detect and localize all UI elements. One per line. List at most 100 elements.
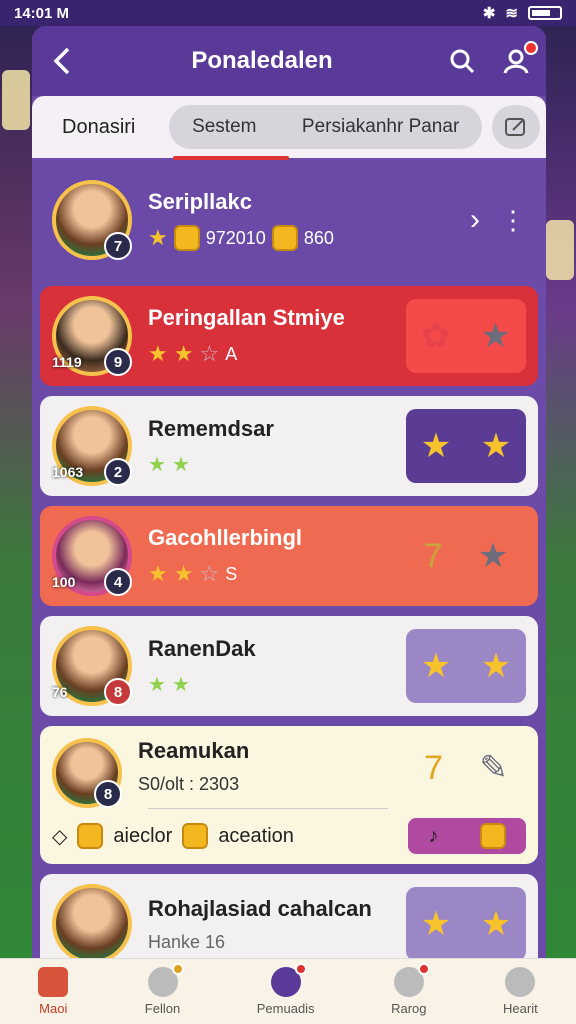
list-item[interactable]: 1063 2 Rememdsar ★ ★ ★ ★	[40, 396, 538, 496]
stat-label: S0/olt : 2303	[138, 774, 240, 794]
star-icon: ★	[148, 673, 166, 696]
chat-icon	[393, 963, 430, 997]
level-badge: 4	[104, 568, 132, 596]
edit-tab-button[interactable]	[492, 105, 540, 149]
notifications-button[interactable]	[500, 41, 538, 77]
avatar: 76 8	[52, 626, 132, 706]
list-item[interactable]: Rohajlasiad cahalcan Hanke 16 ★ ★	[40, 874, 538, 958]
stadium-light	[546, 220, 574, 280]
star-icon: ★	[480, 647, 512, 685]
player-list: 7 Seripllakc ★ 972010 860 › ⋮ 1119 9 Per…	[32, 158, 546, 958]
level-badge: 8	[104, 678, 132, 706]
avatar: 1063 2	[52, 406, 132, 486]
reward-box[interactable]: 7 ★	[406, 519, 526, 593]
edit-icon	[505, 118, 525, 136]
tab-persiakanhr-panar[interactable]: Persiakanhr Panar	[302, 116, 459, 138]
nav-profile[interactable]: Hearit	[503, 967, 538, 1016]
active-tab-indicator	[173, 156, 290, 160]
star-icon: ★	[477, 537, 509, 575]
reward-box[interactable]: ★ ★	[406, 887, 526, 958]
coin-icon	[77, 823, 104, 849]
coin-count: 972010	[205, 227, 266, 248]
back-button[interactable]	[46, 45, 78, 77]
avatar: 8	[52, 738, 122, 808]
list-item[interactable]: 8 Reamukan S0/olt : 2303 7 ✎ ◇ aieclor a…	[40, 726, 538, 864]
bonus-icon	[271, 225, 298, 251]
number-seven-icon: 7	[424, 748, 444, 787]
search-icon	[450, 49, 475, 74]
player-name: Gacohllerbingl	[148, 525, 303, 550]
notification-badge	[417, 963, 430, 975]
star-icon: ★	[480, 905, 512, 943]
star-icon: ★	[420, 905, 452, 943]
star-icon: ★	[148, 453, 166, 476]
nav-friends[interactable]: Fellon	[144, 963, 184, 1016]
player-name: Peringallan Stmiye	[148, 305, 345, 330]
music-note-icon: ♪	[428, 824, 439, 847]
player-name: Rohajlasiad cahalcan	[148, 895, 372, 921]
tag-icon: ✎	[479, 749, 508, 787]
featured-player-card[interactable]: 7 Seripllakc ★ 972010 860 › ⋮	[40, 164, 538, 276]
search-button[interactable]	[446, 45, 478, 77]
score-label: 100	[52, 574, 76, 590]
app-window: Ponaledalen Donasiri Sestem Persiakanhr …	[32, 26, 546, 958]
wifi-icon: ≋	[505, 5, 518, 22]
level-badge: 9	[104, 348, 132, 376]
header: Ponaledalen	[32, 26, 546, 96]
match-icon	[270, 963, 307, 997]
level-badge: 8	[94, 780, 122, 808]
more-options-icon[interactable]: ⋮	[500, 205, 526, 236]
rank-label: A	[225, 343, 238, 364]
player-name: RanenDak	[148, 635, 256, 661]
reward-box[interactable]: ★ ★	[406, 629, 526, 703]
list-item[interactable]: 100 4 Gacohllerbingl ★ ★ ☆ S 7 ★	[40, 506, 538, 606]
reward-box[interactable]: ★ ★	[406, 409, 526, 483]
tab-sestem[interactable]: Sestem	[192, 116, 256, 138]
nav-label: Hearit	[503, 1001, 538, 1016]
number-seven-icon: 7	[423, 536, 443, 575]
avatar	[52, 884, 132, 958]
nav-home[interactable]: Maoi	[38, 967, 69, 1016]
star-icon: ★	[173, 561, 194, 586]
star-icon: ★	[148, 341, 168, 366]
stat-label: Hanke 16	[148, 931, 226, 952]
home-icon	[38, 967, 69, 997]
reward-box[interactable]: ✿ ★	[406, 299, 526, 373]
ability-label: aceation	[218, 824, 294, 847]
player-name: Rememdsar	[148, 415, 274, 441]
list-item[interactable]: 1119 9 Peringallan Stmiye ★ ★ ☆ A ✿ ★	[40, 286, 538, 386]
star-icon: ★	[480, 427, 512, 465]
tab-donasiri[interactable]: Donasiri	[38, 116, 159, 139]
rank-label: S	[225, 563, 238, 584]
chevron-right-icon[interactable]: ›	[470, 203, 480, 237]
star-icon: ★	[171, 673, 190, 696]
score-label: 1119	[52, 354, 82, 370]
nav-label: Maoi	[39, 1001, 68, 1016]
reward-pill[interactable]: ♪	[408, 818, 526, 854]
notification-badge	[171, 963, 184, 975]
stadium-light	[2, 70, 30, 130]
ability-label: aieclor	[113, 824, 173, 847]
nav-rank[interactable]: Rarog	[391, 963, 430, 1016]
avatar: 100 4	[52, 516, 132, 596]
player-name: Reamukan	[138, 738, 250, 763]
nav-match[interactable]: Pemuadis	[257, 963, 315, 1016]
status-bar: 14:01 M ✱ ≋	[0, 0, 576, 26]
coin-icon	[182, 823, 209, 849]
star-icon: ★	[420, 427, 452, 465]
avatar: 7	[52, 180, 132, 260]
page-title: Ponaledalen	[191, 47, 333, 74]
score-label: 1063	[52, 464, 84, 480]
nav-label: Fellon	[144, 1001, 181, 1016]
list-item[interactable]: 76 8 RanenDak ★ ★ ★ ★	[40, 616, 538, 716]
coin-icon	[173, 225, 200, 251]
battery-icon	[528, 6, 562, 20]
status-time: 14:01 M	[14, 4, 70, 22]
level-badge: 7	[104, 232, 132, 260]
star-icon: ★	[148, 225, 168, 250]
item-icon	[479, 823, 506, 849]
star-icon: ★	[420, 647, 452, 685]
reward-box[interactable]: 7 ✎	[406, 738, 526, 798]
score-label: 76	[52, 684, 68, 700]
player-name: Seripllakc	[148, 189, 252, 214]
